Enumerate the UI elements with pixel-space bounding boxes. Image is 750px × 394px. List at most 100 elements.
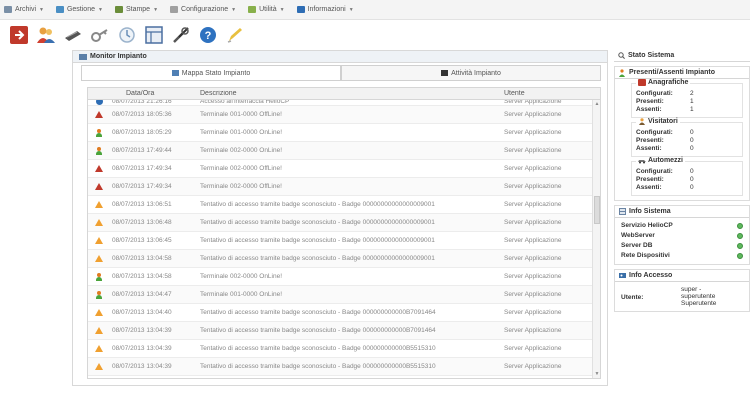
status-ok-icon (737, 223, 743, 229)
exit-icon[interactable] (8, 24, 30, 46)
help-icon[interactable]: ? (197, 24, 219, 46)
info-accesso-box: Info Accesso Utente: super - superutente… (614, 269, 750, 312)
cell-date: 08/07/2013 13:06:45 (112, 237, 172, 244)
info-sistema-header: Info Sistema (615, 206, 749, 218)
configurati-label: Configurati: (636, 168, 673, 175)
menu-icon (296, 6, 305, 13)
cell-description: Tentativo di accesso tramite badge scono… (200, 219, 435, 226)
table-row[interactable]: 08/07/2013 13:04:39 Tentativo di accesso … (88, 322, 600, 340)
utente-line: Superutente (681, 300, 717, 307)
menu-icon (55, 6, 64, 13)
edit-icon[interactable] (224, 24, 246, 46)
column-header-desc[interactable]: Descrizione (198, 90, 502, 97)
menu-icon (4, 6, 12, 13)
scroll-down-icon[interactable]: ▼ (594, 371, 600, 377)
menu-item-2[interactable]: Stampe ▼ (114, 6, 158, 13)
column-header-user[interactable]: Utente (502, 90, 592, 97)
configurati-value: 2 (690, 90, 694, 97)
scroll-thumb[interactable] (594, 196, 600, 224)
time-icon[interactable] (116, 24, 138, 46)
table-row[interactable]: 08/07/2013 17:49:34 Terminale 002-0000 Of… (88, 160, 600, 178)
service-label: Server DB (621, 242, 653, 249)
utente-line: super - (681, 286, 702, 293)
table-row[interactable]: 08/07/2013 13:04:58 Tentativo di accesso … (88, 250, 600, 268)
cell-user: Server Applicazione (504, 111, 562, 118)
table-row[interactable]: 08/07/2013 13:04:39 Tentativo di accesso … (88, 340, 600, 358)
info-accesso-header: Info Accesso (615, 270, 749, 282)
table-row[interactable]: 08/07/2013 18:05:29 Terminale 001-0000 On… (88, 124, 600, 142)
activity-grid: Data/Ora Descrizione Utente 08/07/2013 2… (87, 87, 601, 379)
warning-icon (95, 327, 103, 334)
menu-label: Archivi (15, 6, 37, 13)
activity-icon (441, 70, 449, 76)
badge-reader-icon[interactable] (62, 24, 84, 46)
cell-date: 08/07/2013 17:49:44 (112, 147, 172, 154)
tab-mappa-stato[interactable]: Mappa Stato Impianto (81, 65, 341, 81)
menu-item-5[interactable]: Informazioni ▼ (296, 6, 354, 13)
alarm-icon (95, 111, 103, 118)
tools-icon[interactable] (170, 24, 192, 46)
chevron-down-icon: ▼ (98, 6, 103, 13)
menu-item-0[interactable]: Archivi ▼ (4, 6, 44, 13)
table-icon[interactable] (143, 24, 165, 46)
menu-item-4[interactable]: Utilità ▼ (248, 6, 285, 13)
cell-user: Server Applicazione (504, 255, 562, 262)
map-icon (171, 70, 179, 76)
row-icon-cell (88, 363, 110, 370)
people-icon[interactable] (35, 24, 57, 46)
presenti-row: Presenti: 0 (636, 176, 738, 184)
cell-user: Server Applicazione (504, 363, 562, 370)
service-row: Servizio HelioCP (615, 221, 749, 231)
cell-date: 08/07/2013 18:05:29 (112, 129, 172, 136)
table-row[interactable]: 08/07/2013 18:05:36 Terminale 001-0000 Of… (88, 106, 600, 124)
cell-user: Server Applicazione (504, 291, 562, 298)
warning-icon (95, 255, 103, 262)
table-row[interactable]: 08/07/2013 13:06:51 Tentativo di accesso … (88, 196, 600, 214)
cell-date: 08/07/2013 13:04:39 (112, 363, 172, 370)
row-icon-cell (88, 272, 110, 281)
menu-label: Stampe (125, 6, 151, 13)
cell-description: Terminale 001-0000 OnLine! (200, 291, 283, 298)
table-row[interactable]: 08/07/2013 13:04:47 Terminale 001-0000 On… (88, 286, 600, 304)
cell-date: 08/07/2013 21:26:16 (112, 100, 172, 105)
configurati-row: Configurati: 0 (636, 129, 738, 137)
scroll-up-icon[interactable]: ▲ (594, 101, 600, 107)
column-header-date[interactable]: Data/Ora (110, 90, 198, 97)
table-row[interactable]: 08/07/2013 17:49:44 Terminale 002-0000 On… (88, 142, 600, 160)
grid-scrollbar[interactable]: ▲ ▼ (592, 100, 600, 378)
menu-bar: Archivi ▼ Gestione ▼ Stampe ▼ Configurazione ▼ U… (0, 0, 750, 20)
service-label: Servizio HelioCP (621, 222, 673, 229)
table-row[interactable]: 08/07/2013 13:06:48 Tentativo di accesso … (88, 214, 600, 232)
menu-icon (114, 6, 123, 13)
cell-description: Tentativo di accesso tramite badge scono… (200, 309, 436, 316)
table-row[interactable]: 08/07/2013 13:04:58 Terminale 002-0000 On… (88, 268, 600, 286)
warning-icon (95, 345, 103, 352)
automezzi-group: Automezzi Configurati: 0 Presenti: 0 Assen… (631, 157, 743, 196)
assenti-label: Assenti: (636, 145, 662, 152)
id-card-icon (638, 79, 646, 86)
cell-user: Server Applicazione (504, 327, 562, 334)
grid-header: Data/Ora Descrizione Utente (88, 88, 600, 100)
cell-user: Server Applicazione (504, 309, 562, 316)
tab-attivita[interactable]: Attività Impianto (341, 65, 601, 81)
row-icon-cell (88, 100, 110, 105)
key-icon[interactable] (89, 24, 111, 46)
table-row[interactable]: 08/07/2013 13:04:40 Tentativo di accesso … (88, 304, 600, 322)
table-row[interactable]: 08/07/2013 13:06:45 Tentativo di accesso … (88, 232, 600, 250)
row-icon-cell (88, 255, 110, 262)
menu-item-1[interactable]: Gestione ▼ (55, 6, 103, 13)
cell-date: 08/07/2013 18:05:36 (112, 111, 172, 118)
menu-label: Gestione (66, 6, 95, 13)
cell-user: Server Applicazione (504, 100, 562, 105)
configurati-row: Configurati: 0 (636, 168, 738, 176)
cell-user: Server Applicazione (504, 237, 562, 244)
menu-item-3[interactable]: Configurazione ▼ (170, 6, 236, 13)
table-row[interactable]: 08/07/2013 13:04:39 Tentativo di accesso … (88, 358, 600, 376)
svg-text:?: ? (205, 30, 212, 42)
row-icon-cell (88, 201, 110, 208)
cell-date: 08/07/2013 13:06:48 (112, 219, 172, 226)
table-row[interactable]: 08/07/2013 17:49:34 Terminale 002-0000 Of… (88, 178, 600, 196)
chevron-down-icon: ▼ (231, 6, 237, 13)
menu-label: Configurazione (181, 6, 229, 13)
assenti-value: 0 (690, 145, 694, 152)
